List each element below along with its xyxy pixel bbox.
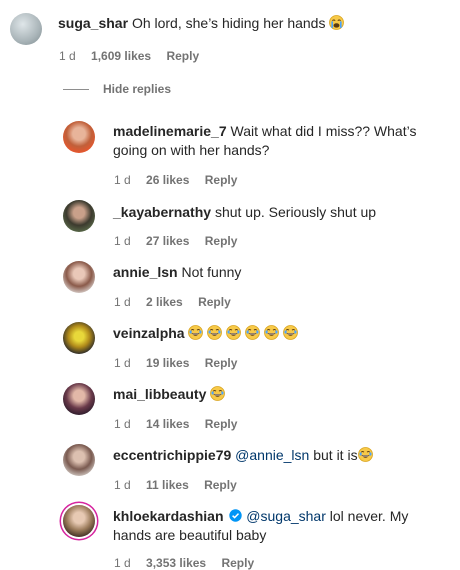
- avatar[interactable]: [63, 383, 95, 415]
- laughing-emoji-icon: [282, 325, 298, 340]
- comment-age: 1 d: [114, 173, 131, 187]
- laughing-emoji-icon: [264, 325, 280, 340]
- avatar[interactable]: [63, 322, 95, 354]
- reply-button[interactable]: Reply: [166, 49, 199, 63]
- comment-meta: 1 d 2 likes Reply: [114, 295, 243, 309]
- laughing-emoji-icon: [207, 325, 223, 340]
- avatar[interactable]: [63, 121, 95, 153]
- comment-body: but it is: [309, 447, 358, 463]
- comment-meta: 1 d 1,609 likes Reply: [59, 49, 211, 63]
- reply-button[interactable]: Reply: [204, 478, 237, 492]
- comment-age: 1 d: [114, 417, 131, 431]
- comment-username[interactable]: khloekardashian: [113, 508, 224, 524]
- comment-username[interactable]: suga_shar: [58, 15, 128, 31]
- laughing-emoji-icon: [357, 447, 373, 462]
- comment-meta: 1 d 27 likes Reply: [114, 234, 249, 248]
- comment-age: 1 d: [114, 295, 131, 309]
- comment-age: 1 d: [114, 556, 131, 570]
- reply-button[interactable]: Reply: [198, 295, 231, 309]
- comment-meta: 1 d 3,353 likes Reply: [114, 556, 266, 570]
- reply-button[interactable]: Reply: [205, 356, 238, 370]
- likes-count[interactable]: 1,609 likes: [91, 49, 151, 63]
- comment-username[interactable]: _kayabernathy: [113, 204, 211, 220]
- comment-body: Oh lord, she’s hiding her hands: [131, 15, 326, 31]
- likes-count[interactable]: 14 likes: [146, 417, 189, 431]
- comment-age: 1 d: [114, 356, 131, 370]
- laughing-emoji-icon: [210, 386, 226, 401]
- avatar[interactable]: [63, 505, 95, 537]
- laughing-emoji-icon: [245, 325, 261, 340]
- comment-text: veinzalpha: [113, 324, 453, 343]
- hide-replies-label: Hide replies: [103, 82, 172, 96]
- comment-username[interactable]: veinzalpha: [113, 325, 185, 341]
- comment-text: madelinemarie_7 Wait what did I miss?? W…: [113, 122, 453, 160]
- reply-button[interactable]: Reply: [221, 556, 254, 570]
- comment-meta: 1 d 11 likes Reply: [114, 478, 249, 492]
- comment-username[interactable]: mai_libbeauty: [113, 386, 206, 402]
- likes-count[interactable]: 19 likes: [146, 356, 189, 370]
- comment-text: eccentrichippie79 @annie_lsn but it is: [113, 446, 453, 465]
- likes-count[interactable]: 27 likes: [146, 234, 189, 248]
- verified-badge-icon: [229, 509, 243, 522]
- mention-link[interactable]: @annie_lsn: [235, 447, 309, 463]
- hide-replies-button[interactable]: Hide replies: [63, 82, 171, 96]
- comment-meta: 1 d 26 likes Reply: [114, 173, 249, 187]
- likes-count[interactable]: 26 likes: [146, 173, 189, 187]
- comment-meta: 1 d 14 likes Reply: [114, 417, 249, 431]
- crying-emoji-icon: [329, 15, 345, 30]
- comment-username[interactable]: annie_lsn: [113, 264, 178, 280]
- comment-text: suga_shar Oh lord, she’s hiding her hand…: [58, 14, 450, 33]
- avatar[interactable]: [63, 444, 95, 476]
- laughing-emoji-icon: [226, 325, 242, 340]
- comment-username[interactable]: madelinemarie_7: [113, 123, 227, 139]
- likes-count[interactable]: 2 likes: [146, 295, 183, 309]
- divider: [63, 89, 89, 91]
- comment-text: _kayabernathy shut up. Seriously shut up: [113, 203, 453, 222]
- avatar[interactable]: [10, 13, 42, 45]
- mention-link[interactable]: @suga_shar: [246, 508, 326, 524]
- reply-button[interactable]: Reply: [205, 417, 238, 431]
- comment-body: Not funny: [181, 264, 242, 280]
- comment-meta: 1 d 19 likes Reply: [114, 356, 249, 370]
- laughing-emoji-row: [188, 325, 298, 341]
- reply-button[interactable]: Reply: [205, 234, 238, 248]
- comment-age: 1 d: [114, 478, 131, 492]
- comment-text: annie_lsn Not funny: [113, 263, 453, 282]
- likes-count[interactable]: 3,353 likes: [146, 556, 206, 570]
- comment-age: 1 d: [114, 234, 131, 248]
- comment-body: shut up. Seriously shut up: [214, 204, 377, 220]
- comment-username[interactable]: eccentrichippie79: [113, 447, 231, 463]
- likes-count[interactable]: 11 likes: [146, 478, 189, 492]
- comment-text: mai_libbeauty: [113, 385, 453, 404]
- reply-button[interactable]: Reply: [205, 173, 238, 187]
- avatar[interactable]: [63, 200, 95, 232]
- avatar[interactable]: [63, 261, 95, 293]
- comment-age: 1 d: [59, 49, 76, 63]
- comment-text: khloekardashian @suga_shar lol never. My…: [113, 507, 448, 545]
- laughing-emoji-icon: [188, 325, 204, 340]
